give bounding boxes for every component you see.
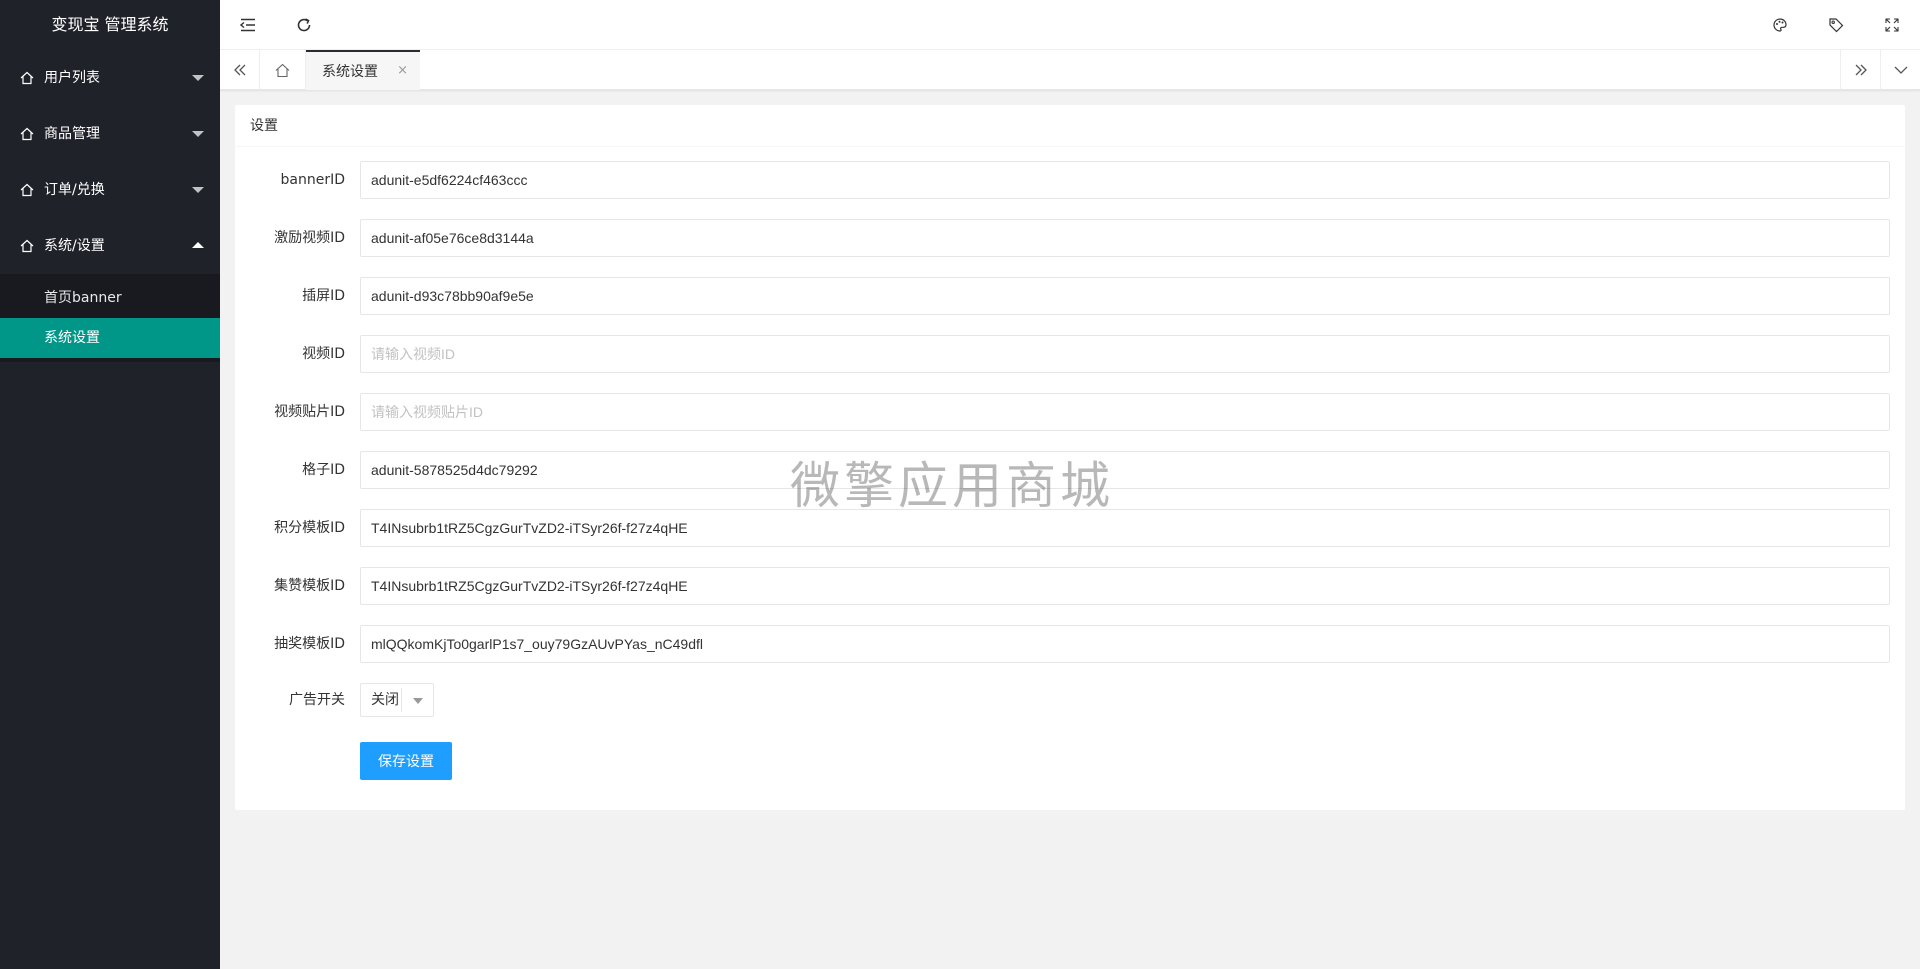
form-row-save: 保存设置: [235, 742, 1905, 780]
form-row-points-template-id: 积分模板ID: [235, 509, 1905, 547]
home-icon: [20, 218, 34, 274]
sidebar-item-system[interactable]: 系统/设置: [0, 218, 220, 274]
caret-down-icon: [192, 131, 204, 137]
grid-id-input[interactable]: [360, 451, 1890, 489]
top-header: [220, 0, 1920, 50]
ad-switch-select[interactable]: 关闭: [360, 683, 434, 717]
sidebar-item-orders[interactable]: 订单/兑换: [0, 162, 220, 218]
field-label: 视频贴片ID: [274, 404, 345, 420]
caret-down-icon: [192, 187, 204, 193]
home-icon: [20, 106, 34, 162]
home-icon: [20, 50, 34, 106]
home-icon: [20, 162, 34, 218]
tabs-scroll-left-icon[interactable]: [220, 50, 260, 90]
ad-switch-value: 关闭: [371, 692, 399, 708]
sidebar-item-label: 系统/设置: [44, 238, 105, 254]
reward-video-id-input[interactable]: [360, 219, 1890, 257]
sidebar-item-label: 用户列表: [44, 70, 100, 86]
sidebar-item-label: 订单/兑换: [44, 182, 105, 198]
form-row-grid-id: 格子ID: [235, 451, 1905, 489]
field-label: 激励视频ID: [274, 230, 345, 246]
fullscreen-icon[interactable]: [1864, 0, 1920, 50]
select-divider: [401, 688, 402, 712]
field-label: 视频ID: [302, 346, 345, 362]
field-label: 抽奖模板ID: [274, 636, 345, 652]
tab-label: 系统设置: [322, 64, 378, 80]
interstitial-id-input[interactable]: [360, 277, 1890, 315]
form-row-video-patch-id: 视频贴片ID: [235, 393, 1905, 431]
form-row-banner-id: bannerID: [235, 161, 1905, 199]
likes-template-id-input[interactable]: [360, 567, 1890, 605]
tabs-menu-chevron-down-icon[interactable]: [1880, 50, 1920, 90]
form-row-video-id: 视频ID: [235, 335, 1905, 373]
tabs-scroll-right-icon[interactable]: [1840, 50, 1880, 90]
form-row-reward-video-id: 激励视频ID: [235, 219, 1905, 257]
form-row-interstitial-id: 插屏ID: [235, 277, 1905, 315]
tab-system-settings[interactable]: 系统设置 ×: [306, 50, 420, 90]
banner-id-input[interactable]: [360, 161, 1890, 199]
field-label: 集赞模板ID: [274, 578, 345, 594]
lottery-template-id-input[interactable]: [360, 625, 1890, 663]
field-label: bannerID: [280, 172, 346, 188]
sidebar-item-users[interactable]: 用户列表: [0, 50, 220, 106]
caret-down-icon: [192, 75, 204, 81]
field-label: 积分模板ID: [274, 520, 345, 536]
sidebar: 变现宝 管理系统 用户列表 商品管理 订单/兑换 系统/设置 首页banner …: [0, 0, 220, 969]
sidebar-item-label: 商品管理: [44, 126, 100, 142]
sidebar-subitem-home-banner[interactable]: 首页banner: [0, 278, 220, 318]
theme-palette-icon[interactable]: [1752, 0, 1808, 50]
card-title: 设置: [235, 105, 1905, 147]
field-label: 广告开关: [289, 692, 345, 708]
points-template-id-input[interactable]: [360, 509, 1890, 547]
menu-collapse-icon[interactable]: [220, 0, 276, 50]
sidebar-submenu: 首页banner 系统设置: [0, 274, 220, 362]
form-row-likes-template-id: 集赞模板ID: [235, 567, 1905, 605]
video-id-input[interactable]: [360, 335, 1890, 373]
refresh-icon[interactable]: [276, 0, 332, 50]
form-row-lottery-template-id: 抽奖模板ID: [235, 625, 1905, 663]
settings-card: 设置 bannerID 激励视频ID 插屏ID 视频ID 视频贴片ID 格子ID…: [235, 105, 1905, 810]
app-title: 变现宝 管理系统: [0, 0, 220, 50]
tabs-bar: 系统设置 ×: [220, 50, 1920, 90]
sidebar-item-products[interactable]: 商品管理: [0, 106, 220, 162]
field-label: 插屏ID: [302, 288, 345, 304]
tab-home-icon[interactable]: [260, 50, 306, 90]
tab-close-icon[interactable]: ×: [397, 63, 408, 78]
field-label: 格子ID: [302, 462, 345, 478]
save-settings-button[interactable]: 保存设置: [360, 742, 452, 780]
caret-up-icon: [192, 242, 204, 248]
form-row-ad-switch: 广告开关 关闭: [235, 683, 1905, 721]
sidebar-subitem-system-settings[interactable]: 系统设置: [0, 318, 220, 358]
video-patch-id-input[interactable]: [360, 393, 1890, 431]
caret-down-icon: [413, 698, 423, 704]
tag-icon[interactable]: [1808, 0, 1864, 50]
